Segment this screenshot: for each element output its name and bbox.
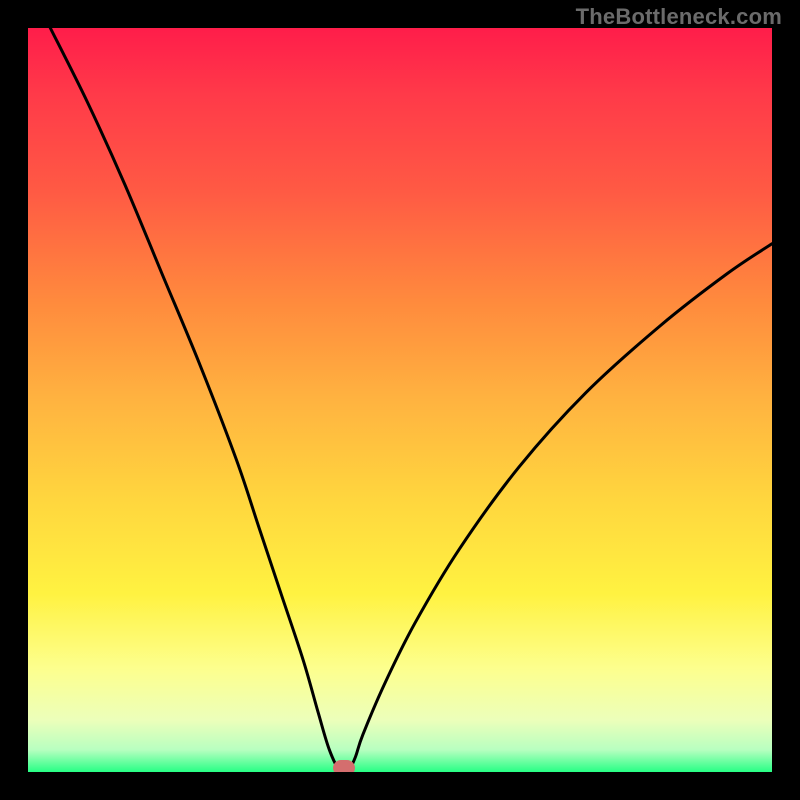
chart-plot-area (28, 28, 772, 772)
bottleneck-curve (50, 28, 772, 772)
curve-layer (28, 28, 772, 772)
watermark-text: TheBottleneck.com (576, 4, 782, 30)
